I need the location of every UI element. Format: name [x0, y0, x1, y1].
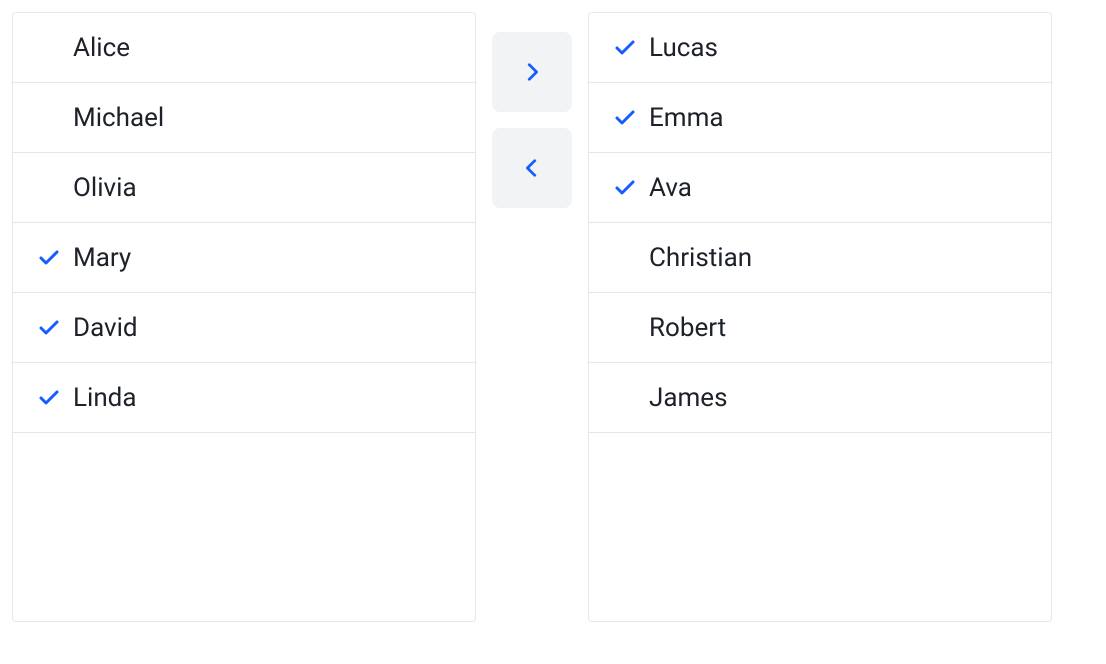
list-item[interactable]: James	[589, 363, 1051, 433]
list-item[interactable]: Alice	[13, 13, 475, 83]
check-icon	[613, 106, 637, 130]
item-label: Lucas	[649, 33, 718, 63]
source-list-panel: Alice Michael Olivia Mary David Linda	[12, 12, 476, 622]
item-label: Olivia	[73, 173, 137, 203]
list-item[interactable]: Michael	[13, 83, 475, 153]
item-label: Robert	[649, 313, 726, 343]
item-label: Emma	[649, 103, 724, 133]
list-item[interactable]: Emma	[589, 83, 1051, 153]
check-slot	[613, 36, 649, 60]
item-label: Mary	[73, 243, 131, 273]
item-label: James	[649, 383, 728, 413]
list-item[interactable]: Olivia	[13, 153, 475, 223]
check-icon	[37, 316, 61, 340]
check-slot	[37, 246, 73, 270]
chevron-right-icon	[521, 61, 543, 83]
target-list-panel: Lucas Emma Ava Christian Robert James	[588, 12, 1052, 622]
move-right-button[interactable]	[492, 32, 572, 112]
check-icon	[613, 36, 637, 60]
check-slot	[37, 386, 73, 410]
chevron-left-icon	[521, 157, 543, 179]
list-item[interactable]: Linda	[13, 363, 475, 433]
check-slot	[37, 316, 73, 340]
item-label: Christian	[649, 243, 752, 273]
list-item[interactable]: Lucas	[589, 13, 1051, 83]
check-icon	[613, 176, 637, 200]
move-left-button[interactable]	[492, 128, 572, 208]
item-label: David	[73, 313, 138, 343]
check-slot	[613, 176, 649, 200]
list-item[interactable]: Christian	[589, 223, 1051, 293]
item-label: Linda	[73, 383, 137, 413]
item-label: Alice	[73, 33, 130, 63]
item-label: Ava	[649, 173, 692, 203]
list-item[interactable]: Mary	[13, 223, 475, 293]
list-item[interactable]: Robert	[589, 293, 1051, 363]
transfer-controls	[492, 12, 572, 208]
item-label: Michael	[73, 103, 164, 133]
list-item[interactable]: Ava	[589, 153, 1051, 223]
check-icon	[37, 386, 61, 410]
list-item[interactable]: David	[13, 293, 475, 363]
check-slot	[613, 106, 649, 130]
check-icon	[37, 246, 61, 270]
transfer-widget: Alice Michael Olivia Mary David Linda	[12, 12, 1094, 622]
